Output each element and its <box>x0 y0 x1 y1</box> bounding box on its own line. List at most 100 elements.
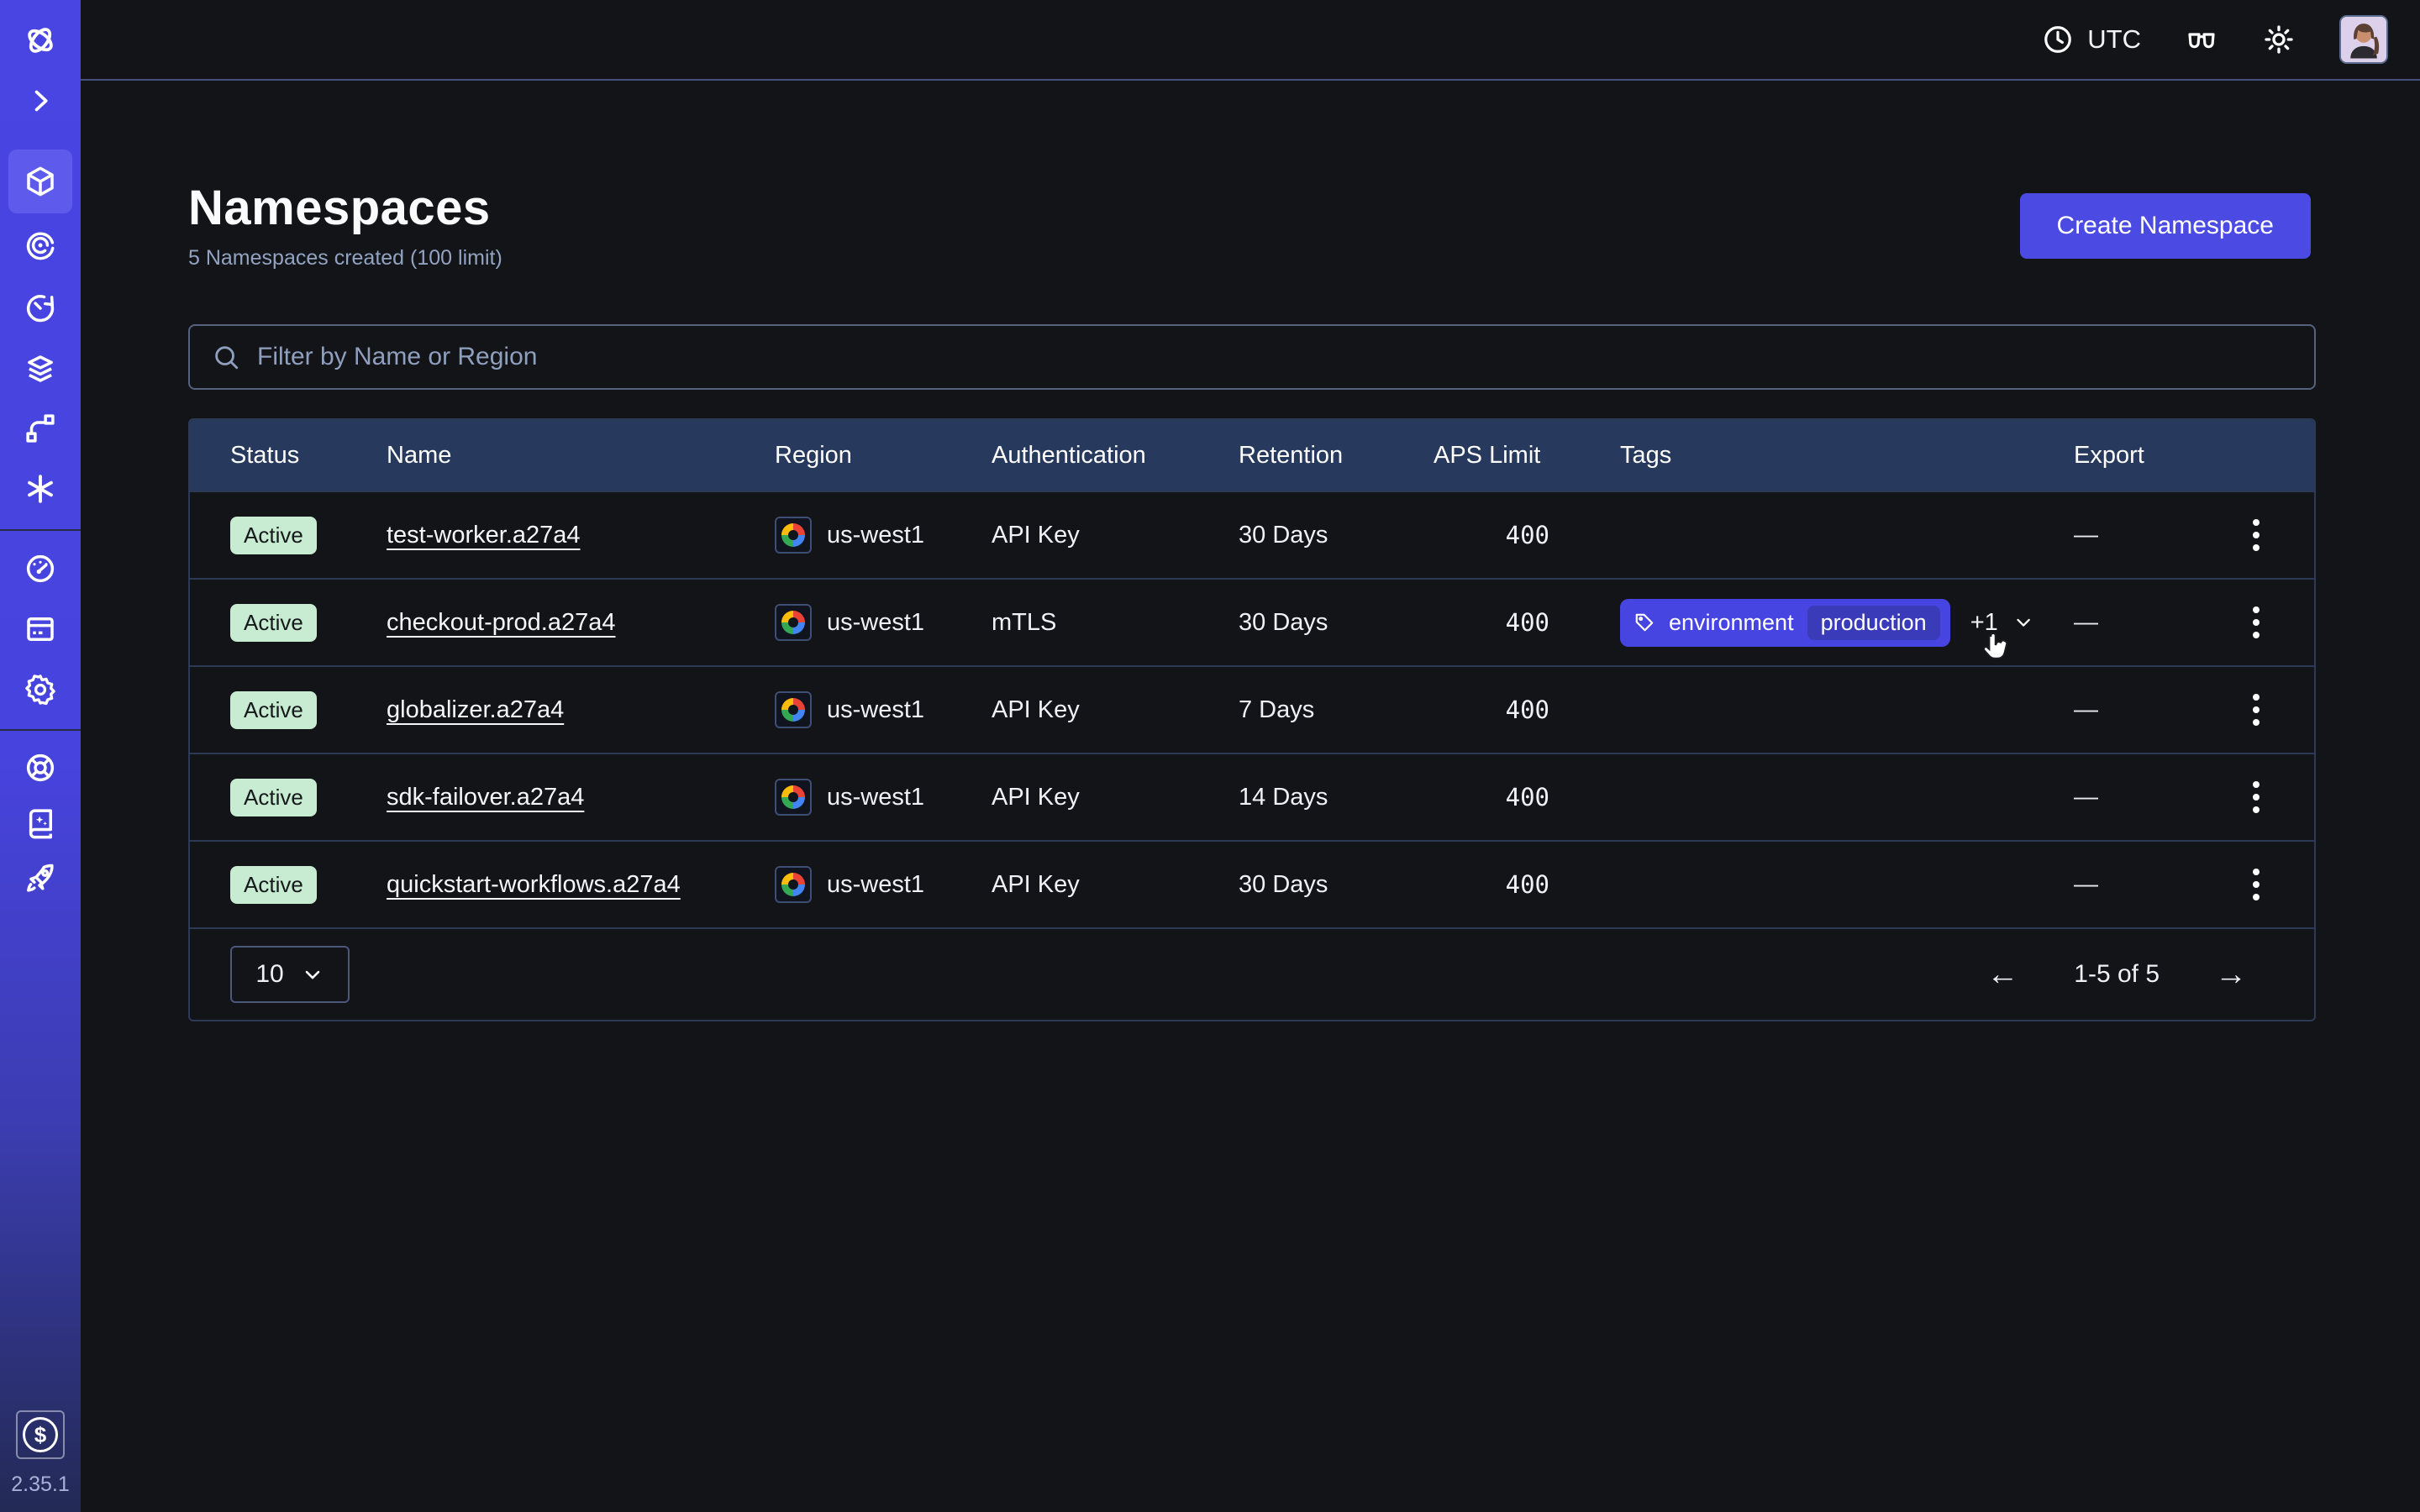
sidebar-item-schedules[interactable] <box>12 281 69 335</box>
status-badge: Active <box>230 604 317 642</box>
temporal-logo-icon <box>22 22 59 59</box>
gcp-cloud-icon <box>775 779 812 816</box>
sidebar-item-workflows[interactable] <box>12 218 69 272</box>
gcp-cloud-icon <box>775 604 812 641</box>
export-value: — <box>2033 871 2198 899</box>
tag-value: production <box>1807 606 1940 640</box>
sidebar-item-nexus[interactable] <box>12 402 69 455</box>
chevron-down-icon <box>301 963 324 986</box>
sidebar-item-settings[interactable] <box>12 663 69 717</box>
sidebar-item-getting-started[interactable] <box>12 851 69 905</box>
tag-icon <box>1634 612 1655 633</box>
timezone-label: UTC <box>2087 24 2141 55</box>
region-label: us-west1 <box>827 784 924 811</box>
retention-value: 30 Days <box>1198 871 1393 899</box>
row-menu-kebab-icon[interactable] <box>2244 685 2268 734</box>
table-row: Active sdk-failover.a27a4 us-west1 API K… <box>190 753 2314 840</box>
namespace-link[interactable]: sdk-failover.a27a4 <box>387 784 584 811</box>
sidebar-item-billing[interactable] <box>12 602 69 656</box>
auth-value: mTLS <box>951 609 1198 637</box>
export-value: — <box>2033 609 2198 637</box>
page-size-select[interactable]: 10 <box>230 946 350 1003</box>
col-header-status[interactable]: Status <box>190 442 346 470</box>
sidebar-divider <box>0 529 81 531</box>
table-header-row: Status Name Region Authentication Retent… <box>190 420 2314 491</box>
sidebar-item-home[interactable] <box>12 13 69 67</box>
namespaces-table: Status Name Region Authentication Retent… <box>188 418 2316 1021</box>
avatar-portrait <box>2341 17 2386 62</box>
sidebar-item-support[interactable] <box>12 741 69 795</box>
gauge-icon <box>23 551 58 586</box>
retention-value: 7 Days <box>1198 696 1393 724</box>
aps-value: 400 <box>1393 783 1580 811</box>
pagination-range: 1-5 of 5 <box>2074 960 2160 989</box>
retention-value: 14 Days <box>1198 784 1393 811</box>
export-value: — <box>2033 522 2198 549</box>
aps-value: 400 <box>1393 608 1580 637</box>
region-label: us-west1 <box>827 696 924 724</box>
namespace-link[interactable]: checkout-prod.a27a4 <box>387 609 615 637</box>
export-value: — <box>2033 696 2198 724</box>
namespace-link[interactable]: globalizer.a27a4 <box>387 696 564 724</box>
prev-page-arrow[interactable]: ← <box>1986 958 2018 990</box>
col-header-region[interactable]: Region <box>734 442 951 470</box>
chevron-right-icon <box>25 86 55 116</box>
sidebar-item-namespaces[interactable] <box>8 150 72 213</box>
gcp-cloud-icon <box>775 691 812 728</box>
aps-value: 400 <box>1393 870 1580 899</box>
col-header-tags[interactable]: Tags <box>1580 442 2033 470</box>
gear-icon <box>23 672 58 707</box>
app-root: { "topbar": { "timezone_label": "UTC", "… <box>0 0 2420 1512</box>
glasses-icon <box>2185 23 2218 56</box>
asterisk-icon <box>23 471 58 507</box>
col-header-retention[interactable]: Retention <box>1198 442 1393 470</box>
namespace-link[interactable]: test-worker.a27a4 <box>387 522 581 549</box>
create-namespace-button[interactable]: Create Namespace <box>2020 193 2311 259</box>
tags-expand-chevron-icon[interactable] <box>2013 610 2033 635</box>
sidebar-item-deployments[interactable] <box>12 342 69 396</box>
col-header-export[interactable]: Export <box>2033 442 2198 470</box>
page-title: Namespaces <box>188 180 502 236</box>
dollar-seal-icon: $ <box>23 1417 58 1452</box>
tag-chip[interactable]: environment production <box>1620 599 1950 647</box>
region-label: us-west1 <box>827 871 924 899</box>
brightness-icon <box>2262 23 2296 56</box>
gcp-cloud-icon <box>775 517 812 554</box>
pricing-button[interactable]: $ <box>16 1410 65 1459</box>
namespace-link[interactable]: quickstart-workflows.a27a4 <box>387 871 681 899</box>
branch-nodes-icon <box>23 411 58 446</box>
sidebar-bottom: $ 2.35.1 <box>11 1410 70 1512</box>
rocket-icon <box>23 860 58 895</box>
col-header-name[interactable]: Name <box>346 442 734 470</box>
row-menu-kebab-icon[interactable] <box>2244 860 2268 909</box>
region-label: us-west1 <box>827 609 924 637</box>
sidebar-item-docs[interactable] <box>12 796 69 850</box>
next-page-arrow[interactable]: → <box>2215 958 2247 990</box>
filter-input[interactable] <box>257 343 2292 371</box>
status-badge: Active <box>230 866 317 904</box>
col-header-auth[interactable]: Authentication <box>951 442 1198 470</box>
auth-value: API Key <box>951 522 1198 549</box>
gcp-cloud-icon <box>775 866 812 903</box>
sidebar: $ 2.35.1 <box>0 0 81 1512</box>
auth-value: API Key <box>951 784 1198 811</box>
sidebar-item-usage[interactable] <box>12 542 69 596</box>
sidebar-expand[interactable] <box>12 74 69 128</box>
status-badge: Active <box>230 779 317 816</box>
filter-bar <box>188 324 2316 390</box>
col-header-aps[interactable]: APS Limit <box>1393 442 1580 470</box>
page-subtitle: 5 Namespaces created (100 limit) <box>188 246 502 270</box>
row-menu-kebab-icon[interactable] <box>2244 598 2268 647</box>
sidebar-item-batch-operations[interactable] <box>12 462 69 516</box>
assist-button[interactable] <box>2185 23 2218 56</box>
timezone-selector[interactable]: UTC <box>2042 24 2141 55</box>
theme-toggle[interactable] <box>2262 23 2296 56</box>
retention-value: 30 Days <box>1198 522 1393 549</box>
table-row: Active checkout-prod.a27a4 us-west1 mTLS… <box>190 578 2314 665</box>
lifebuoy-icon <box>23 750 58 785</box>
row-menu-kebab-icon[interactable] <box>2244 773 2268 822</box>
row-menu-kebab-icon[interactable] <box>2244 511 2268 559</box>
clock-icon <box>2042 24 2074 55</box>
retention-value: 30 Days <box>1198 609 1393 637</box>
user-avatar[interactable] <box>2339 15 2388 64</box>
